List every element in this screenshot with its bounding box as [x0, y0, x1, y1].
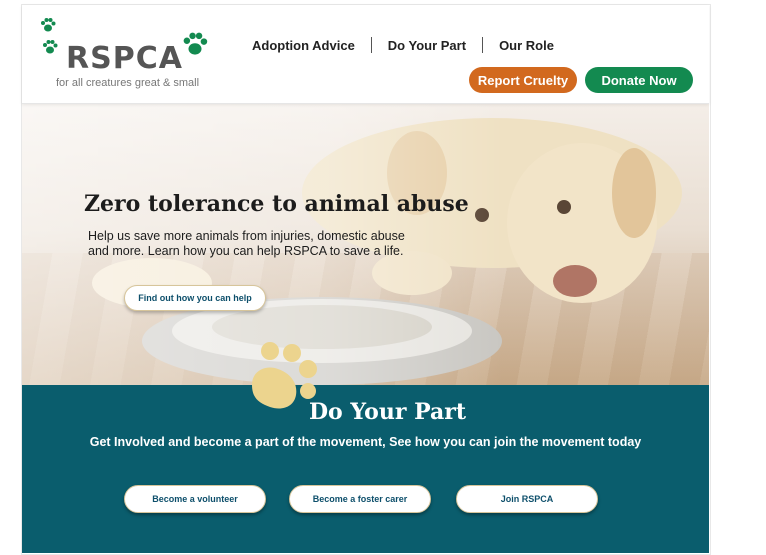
become-volunteer-button[interactable]: Become a volunteer — [124, 485, 266, 513]
paw-icon — [252, 342, 317, 409]
hero-title: Zero tolerance to animal abuse — [84, 191, 469, 217]
paw-icon — [183, 32, 208, 55]
page: RSPCA for all creatures great & small Ad… — [22, 5, 709, 553]
site-header: RSPCA for all creatures great & small Ad… — [22, 5, 709, 104]
logo-tagline: for all creatures great & small — [56, 77, 200, 89]
section-subtitle: Get Involved and become a part of the mo… — [89, 435, 642, 449]
paw-icon — [43, 40, 58, 54]
main-nav: Adoption Advice Do Your Part Our Role — [250, 35, 570, 55]
paw-icon — [41, 18, 56, 32]
do-your-part-section: Do Your Part Get Involved and become a p… — [22, 385, 709, 553]
become-foster-carer-button[interactable]: Become a foster carer — [289, 485, 431, 513]
hero-subtitle: Help us save more animals from injuries,… — [88, 229, 405, 258]
donate-now-button[interactable]: Donate Now — [585, 67, 693, 93]
nav-our-role[interactable]: Our Role — [483, 38, 570, 53]
report-cruelty-button[interactable]: Report Cruelty — [469, 67, 577, 93]
logo-wordmark: RSPCA — [66, 41, 183, 76]
find-out-button[interactable]: Find out how you can help — [124, 285, 266, 311]
rspca-logo[interactable]: RSPCA for all creatures great & small — [38, 15, 218, 95]
hero-banner: Zero tolerance to animal abuse Help us s… — [22, 103, 709, 385]
join-rspca-button[interactable]: Join RSPCA — [456, 485, 598, 513]
nav-do-your-part[interactable]: Do Your Part — [372, 38, 482, 53]
section-title: Do Your Part — [308, 399, 467, 425]
nav-adoption-advice[interactable]: Adoption Advice — [250, 38, 371, 53]
